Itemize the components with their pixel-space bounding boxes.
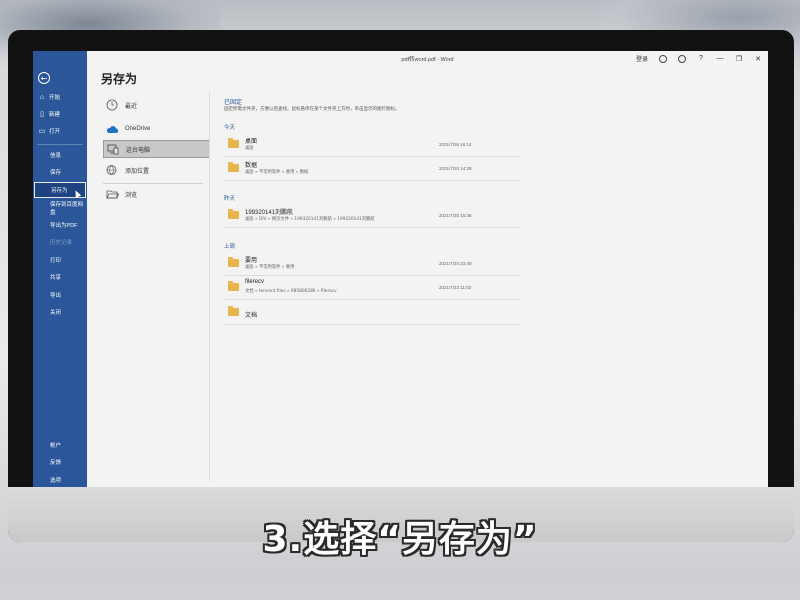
location-onedrive[interactable]: OneDrive (103, 120, 210, 138)
folder-row[interactable]: 桌面 桌面 2021/7/26 16:14 (223, 134, 520, 157)
nav-item-account[interactable]: 帐户 (33, 437, 87, 453)
nav-item-label: 开始 (49, 95, 61, 101)
location-label: 最近 (125, 103, 138, 110)
nav-item-label: 新建 (49, 112, 61, 118)
folder-name: filerecv (245, 279, 265, 285)
location-this-pc[interactable]: 这台电脑 (103, 140, 210, 158)
folder-browse-icon (105, 187, 119, 201)
login-button[interactable]: 登录 (636, 54, 648, 63)
new-doc-icon: ▯ (40, 111, 44, 118)
folder-name: 199320141刘鹏航 (245, 210, 294, 216)
folder-icon (228, 138, 239, 148)
folder-name: 桌面 (245, 139, 258, 145)
location-label: 添加位置 (125, 168, 150, 175)
pinned-description: 固定所需文件夹，方便以后查找。鼠标悬停在某个文件夹上方时，单击显示的图钉图标。 (224, 107, 400, 112)
home-icon: ⌂ (39, 93, 45, 101)
nav-item-history: 历史记录 (50, 240, 73, 246)
backstage-nav: ← ⌂ 开始 ▯ 新建 ▭ 打开 信息 保存 另存为 保存到百度网盘 导出为PD… (33, 51, 87, 487)
folder-icon (228, 257, 239, 267)
folder-date: 2021/7/26 16:14 (439, 142, 472, 147)
folder-date: 2021/7/24 23:49 (439, 261, 472, 266)
nav-item-open[interactable]: ▭ 打开 (33, 123, 87, 139)
nav-item-options[interactable]: 选项 (33, 472, 87, 487)
folder-row[interactable]: 要用 桌面 » 不常用软件 » 要用 2021/7/24 23:49 (223, 253, 520, 276)
nav-item-print[interactable]: 打印 (33, 252, 87, 268)
group-heading-yesterday: 昨天 (224, 196, 236, 202)
nav-item-new[interactable]: ▯ 新建 (33, 106, 87, 122)
group-heading-today: 今天 (224, 125, 236, 131)
folder-icon (228, 306, 239, 316)
nav-item-close[interactable]: 关闭 (33, 304, 87, 320)
folder-path: 桌面 » 不常用软件 » 要用 (245, 265, 295, 270)
nav-item-info[interactable]: 信息 (33, 147, 87, 163)
step-caption: 3.选择“另存为” (262, 519, 538, 560)
nav-divider (37, 144, 83, 145)
word-backstage-screen: ← ⌂ 开始 ▯ 新建 ▭ 打开 信息 保存 另存为 保存到百度网盘 导出为PD… (33, 51, 768, 487)
folder-icon (228, 162, 239, 172)
folder-icon (228, 281, 239, 291)
back-arrow-icon[interactable]: ← (38, 72, 50, 84)
nav-item-export[interactable]: 导出 (33, 287, 87, 303)
cloud-icon (105, 122, 119, 136)
pinned-heading: 已固定 (224, 99, 243, 106)
folder-date: 2021/7/25 15:36 (439, 213, 472, 218)
location-add-place[interactable]: 添加位置 (103, 161, 210, 179)
nav-item-feedback[interactable]: 反馈 (33, 454, 87, 470)
folder-path: 桌面 » DIV » 网页文件 » 199320141刘鹏航 » 1993201… (245, 217, 375, 222)
folder-date: 2021/7/23 11:02 (439, 285, 472, 290)
feedback-icon[interactable] (678, 54, 686, 63)
minimize-button[interactable]: — (716, 55, 724, 63)
folder-name: 数据 (245, 163, 258, 169)
location-label: 这台电脑 (126, 147, 151, 154)
location-recent[interactable]: 最近 (103, 96, 210, 114)
emoji-feedback-icon[interactable] (659, 54, 667, 63)
folder-path: 文档 » tencent files » 985806286 » filerec… (245, 289, 337, 294)
nav-item-save-to-baidu[interactable]: 保存到百度网盘 (33, 200, 87, 216)
close-button[interactable]: ✕ (754, 55, 762, 63)
folder-row[interactable]: filerecv 文档 » tencent files » 985806286 … (223, 277, 520, 300)
computer-icon (106, 142, 120, 156)
nav-item-save[interactable]: 保存 (33, 164, 87, 180)
folder-row[interactable]: 数据 桌面 » 不常用软件 » 要用 » 数据 2021/7/26 14:29 (223, 158, 520, 181)
folder-row[interactable]: 文档 (223, 302, 520, 325)
title-bar: pdf转word.pdf - Word 登录 ? — ❐ ✕ (87, 51, 768, 69)
nav-item-export-pdf[interactable]: 导出为PDF (33, 217, 87, 233)
location-label: 浏览 (125, 192, 138, 199)
background-desk (0, 560, 800, 600)
folder-open-icon: ▭ (38, 128, 46, 135)
folder-path: 桌面 » 不常用软件 » 要用 » 数据 (245, 170, 309, 175)
folder-path: 桌面 (245, 146, 254, 151)
globe-add-icon (105, 163, 119, 177)
page-title: 另存为 (101, 72, 138, 86)
location-browse[interactable]: 浏览 (103, 185, 210, 203)
folder-name: 要用 (245, 258, 258, 264)
location-divider (103, 183, 203, 184)
folder-name: 文档 (245, 313, 258, 319)
group-heading-last-week: 上周 (224, 244, 236, 250)
location-label: OneDrive (125, 126, 151, 132)
folder-icon (228, 209, 239, 219)
column-divider (209, 91, 210, 481)
restore-button[interactable]: ❐ (735, 55, 743, 63)
nav-item-share[interactable]: 共享 (33, 269, 87, 285)
nav-item-home[interactable]: ⌂ 开始 (33, 89, 87, 105)
help-button[interactable]: ? (697, 55, 705, 63)
clock-icon (105, 98, 119, 112)
window-controls: 登录 ? — ❐ ✕ (636, 54, 762, 63)
nav-item-label: 打开 (49, 129, 61, 135)
folder-row[interactable]: 199320141刘鹏航 桌面 » DIV » 网页文件 » 199320141… (223, 205, 520, 228)
folder-date: 2021/7/26 14:29 (439, 166, 472, 171)
